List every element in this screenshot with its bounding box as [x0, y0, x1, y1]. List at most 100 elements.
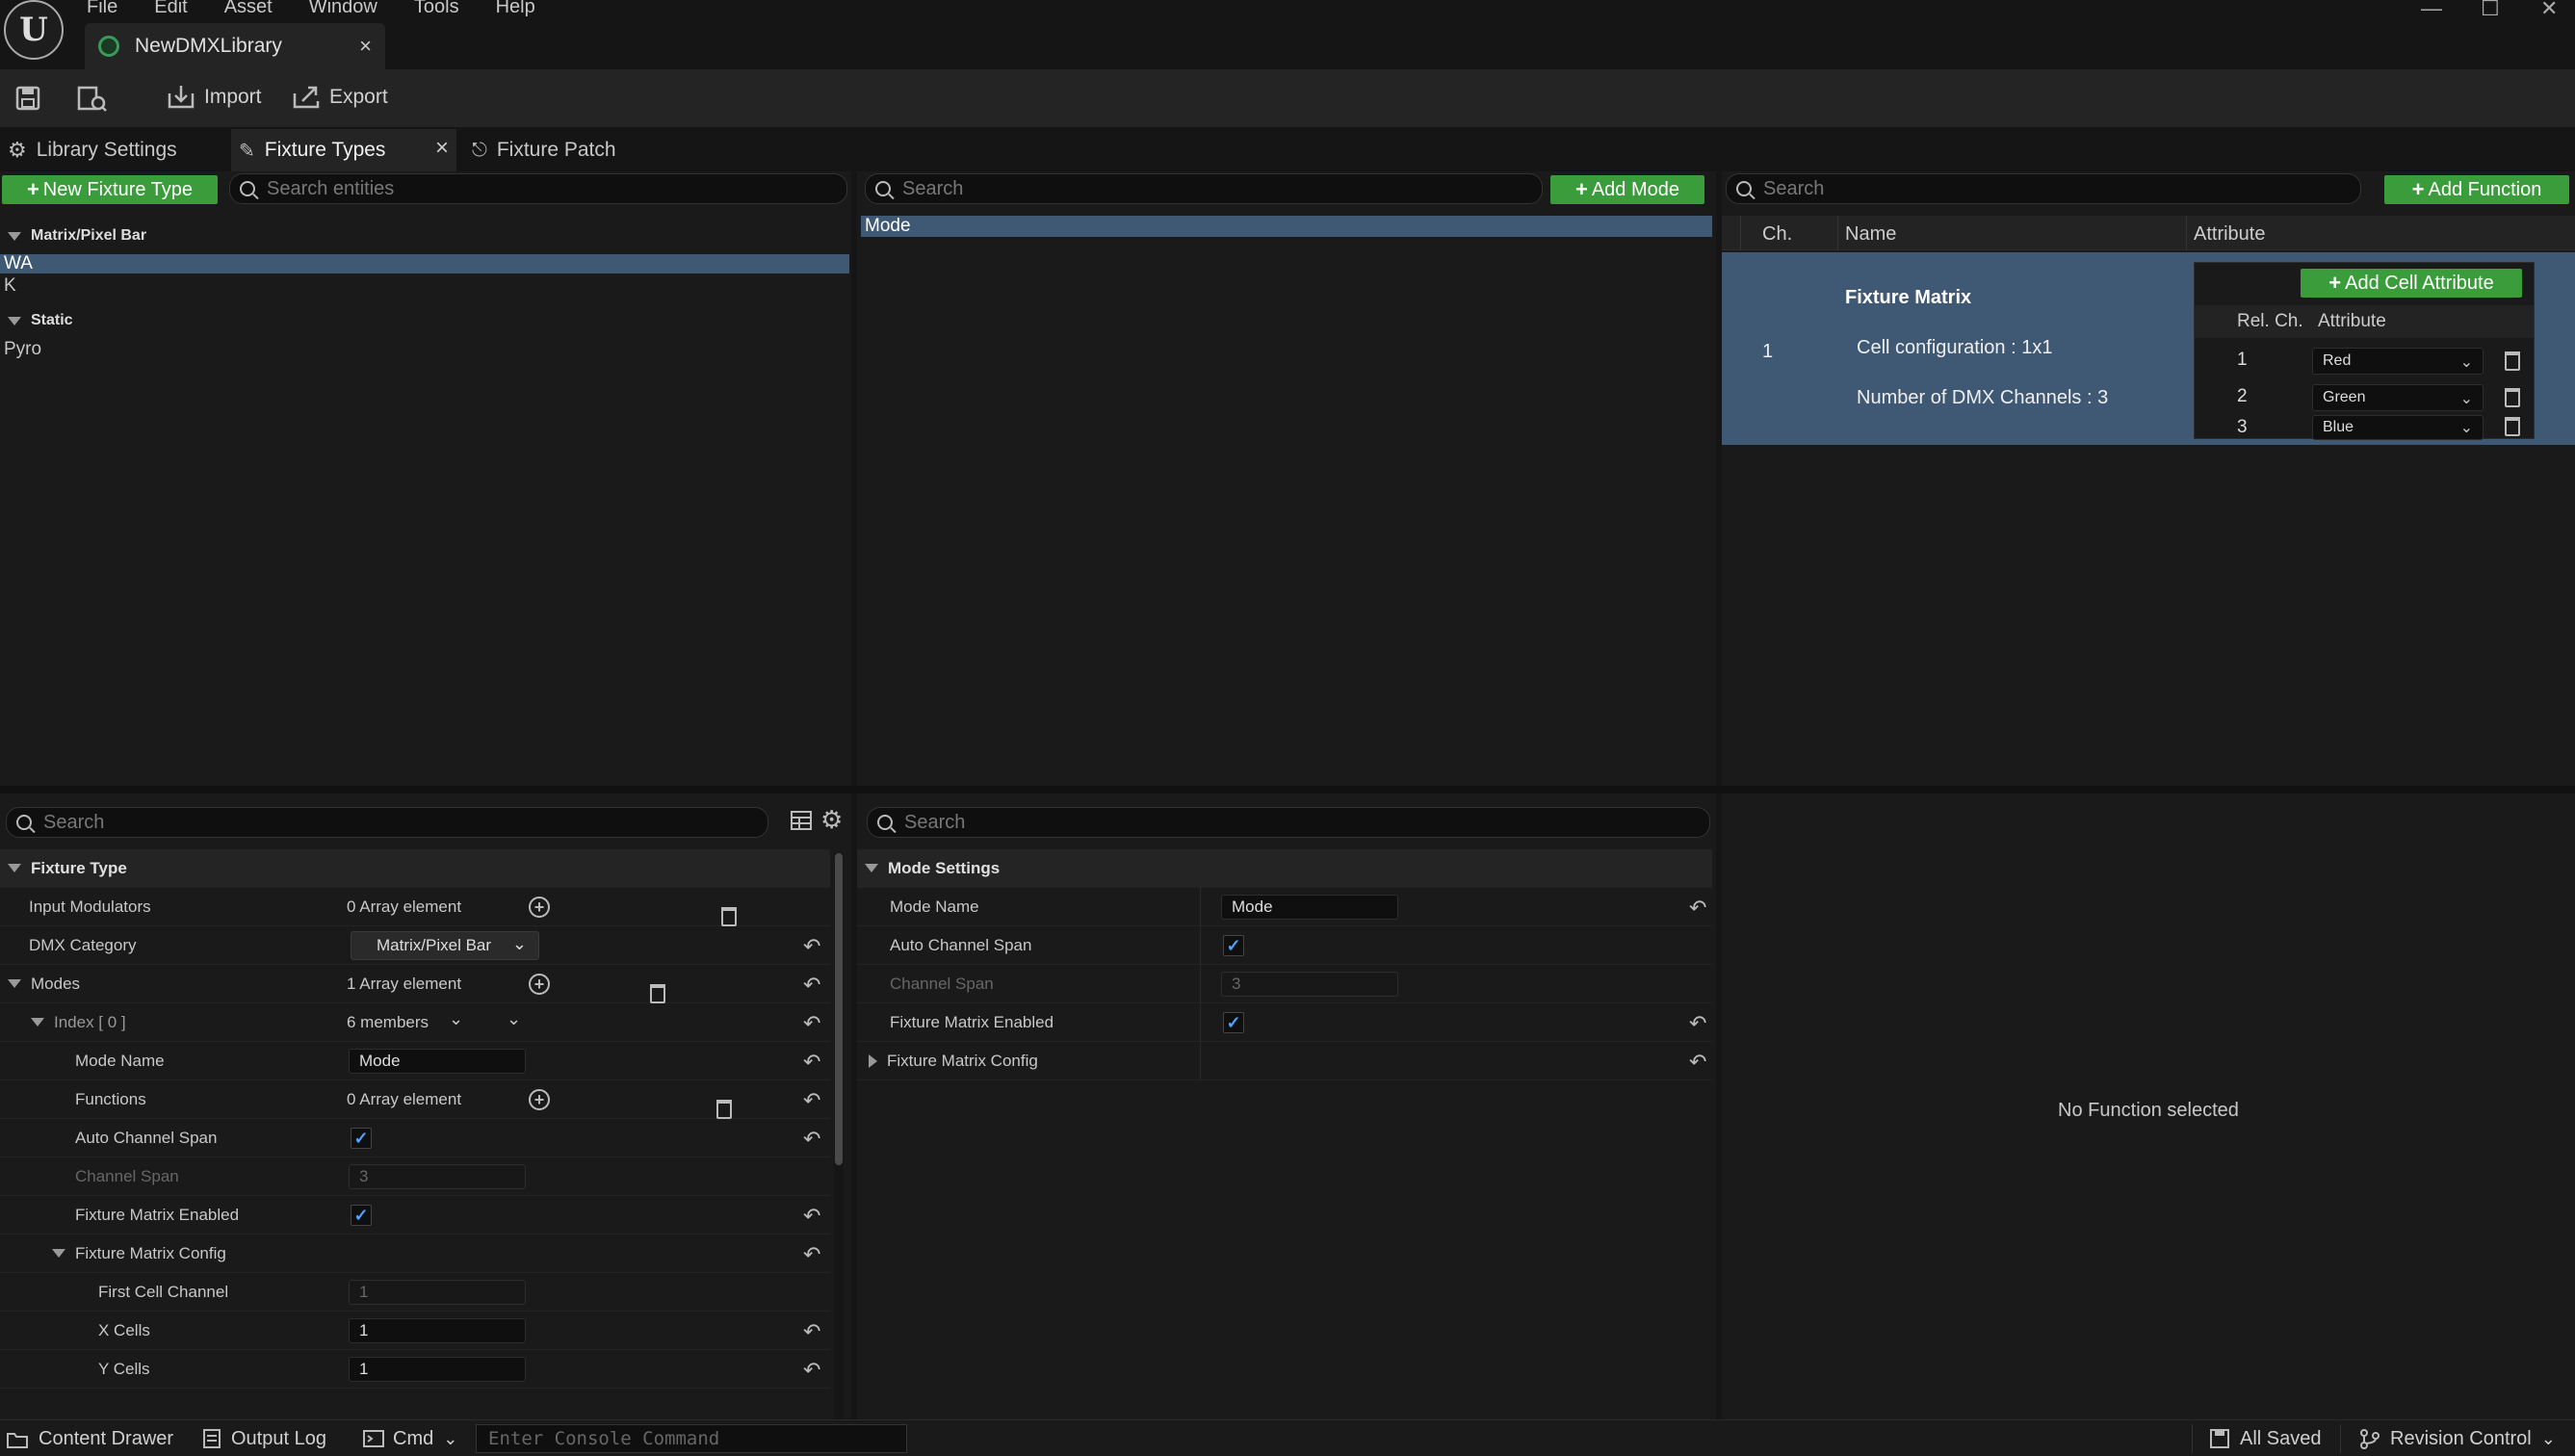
reset-icon[interactable]: ↶ [803, 1127, 820, 1152]
details-scrollbar[interactable] [834, 853, 844, 1419]
chevron-down-icon[interactable] [8, 979, 21, 988]
menu-help[interactable]: Help [496, 0, 535, 21]
console-input[interactable]: Enter Console Command [476, 1424, 907, 1453]
reset-icon[interactable]: ↶ [803, 1088, 820, 1113]
tab-fixture-types[interactable]: ✎ Fixture Types × [231, 129, 456, 171]
category-mode-settings[interactable]: Mode Settings [857, 849, 1712, 888]
menu-asset[interactable]: Asset [224, 0, 273, 21]
reset-icon[interactable]: ↶ [803, 934, 820, 959]
x-cells-input[interactable]: 1 [349, 1318, 526, 1343]
delete-icon[interactable] [2505, 417, 2520, 436]
browse-button[interactable] [77, 86, 108, 113]
reset-icon[interactable]: ↶ [1689, 896, 1706, 921]
y-cells-input[interactable]: 1 [349, 1357, 526, 1382]
cmd-dropdown[interactable]: Cmd ⌄ [362, 1420, 457, 1456]
chevron-down-icon: ⌄ [2459, 420, 2473, 436]
details-search-input[interactable]: Search [6, 807, 768, 838]
add-mode-button[interactable]: + Add Mode [1550, 175, 1704, 204]
row-auto-channel-span: Auto Channel Span ✓ ↶ [0, 1119, 830, 1157]
delete-icon[interactable] [715, 1099, 732, 1119]
menu-window[interactable]: Window [309, 0, 377, 21]
close-tab-icon[interactable]: × [359, 34, 372, 59]
revision-control-button[interactable]: Revision Control ⌄ [2359, 1420, 2556, 1456]
category-label: Fixture Type [31, 858, 127, 877]
close-window-button[interactable]: ✕ [2540, 0, 2558, 21]
dmx-category-dropdown[interactable]: Matrix/Pixel Bar ⌄ [351, 931, 539, 960]
mode-search-input[interactable]: Search [865, 173, 1543, 204]
cell-attribute-table: + Add Cell Attribute Rel. Ch. Attribute 1… [2194, 262, 2535, 440]
all-saved-button[interactable]: All Saved [2209, 1420, 2322, 1456]
settings-gear-icon[interactable]: ⚙ [820, 805, 843, 835]
reset-icon[interactable]: ↶ [1689, 1050, 1706, 1075]
import-button[interactable]: Import [166, 84, 262, 111]
table-view-icon[interactable] [790, 810, 813, 831]
function-search-input[interactable]: Search [1726, 173, 2361, 204]
reset-icon[interactable]: ↶ [803, 1242, 820, 1267]
chevron-down-icon[interactable] [31, 1018, 44, 1027]
chevron-right-icon[interactable] [869, 1053, 877, 1068]
minimize-button[interactable]: — [2421, 0, 2442, 21]
chevron-down-icon[interactable]: ⌄ [507, 1009, 521, 1029]
fixture-matrix-row[interactable]: 1 Fixture Matrix Cell configuration : 1x… [1722, 252, 2575, 445]
reset-icon[interactable]: ↶ [803, 1050, 820, 1075]
delete-icon[interactable] [2505, 388, 2520, 407]
export-button[interactable]: Export [291, 84, 388, 111]
menu-file[interactable]: File [87, 0, 117, 21]
reset-icon[interactable]: ↶ [803, 1319, 820, 1344]
status-bar: Content Drawer Output Log Cmd ⌄ Enter Co… [0, 1419, 2575, 1456]
add-function-button[interactable]: + Add Function [2384, 175, 2569, 204]
reset-icon[interactable]: ↶ [803, 1011, 820, 1036]
add-element-icon[interactable]: + [529, 897, 550, 918]
tab-fixture-types-label: Fixture Types [264, 139, 386, 161]
add-element-icon[interactable]: + [529, 1089, 550, 1110]
chevron-down-icon[interactable]: ⌄ [449, 1009, 463, 1029]
document-tab[interactable]: NewDMXLibrary × [85, 23, 385, 69]
mode-item-selected[interactable]: Mode [861, 216, 1712, 237]
new-fixture-type-label: New Fixture Type [42, 178, 194, 200]
scrollbar-thumb[interactable] [835, 853, 843, 1165]
fixture-item[interactable]: K [4, 275, 16, 297]
mode-name-input[interactable]: Mode [349, 1049, 526, 1074]
fixture-item-selected[interactable]: WA [0, 254, 849, 273]
content-drawer-button[interactable]: Content Drawer [6, 1420, 173, 1456]
fixture-matrix-enabled-checkbox[interactable]: ✓ [1223, 1012, 1244, 1033]
mode-details-search-input[interactable]: Search [867, 807, 1710, 838]
tab-fixture-patch[interactable]: ⎋ Fixture Patch [464, 129, 657, 171]
cell-table-header: Rel. Ch. Attribute [2195, 305, 2534, 338]
new-fixture-type-button[interactable]: + New Fixture Type [2, 175, 218, 204]
category-header[interactable]: Matrix/Pixel Bar [0, 223, 851, 248]
column-attribute[interactable]: Attribute [2194, 223, 2265, 246]
delete-icon[interactable] [720, 906, 737, 926]
reset-icon[interactable]: ↶ [803, 1358, 820, 1383]
fixture-matrix-enabled-checkbox[interactable]: ✓ [351, 1205, 372, 1226]
save-button[interactable] [15, 86, 40, 111]
menu-edit[interactable]: Edit [154, 0, 187, 21]
unreal-logo-icon[interactable]: U [4, 0, 64, 60]
attribute-dropdown[interactable]: Blue ⌄ [2312, 415, 2484, 440]
tab-library-settings[interactable]: ⚙ Library Settings [0, 129, 227, 171]
output-log-button[interactable]: Output Log [202, 1420, 326, 1456]
add-element-icon[interactable]: + [529, 974, 550, 995]
auto-channel-span-checkbox[interactable]: ✓ [351, 1128, 372, 1149]
column-name[interactable]: Name [1845, 223, 1896, 246]
reset-icon[interactable]: ↶ [803, 973, 820, 998]
close-tab-icon[interactable]: × [435, 135, 449, 162]
delete-icon[interactable] [650, 983, 666, 1003]
reset-icon[interactable]: ↶ [1689, 1011, 1706, 1036]
delete-icon[interactable] [2505, 351, 2520, 371]
add-cell-attribute-button[interactable]: + Add Cell Attribute [2301, 269, 2522, 298]
reset-icon[interactable]: ↶ [803, 1204, 820, 1229]
splitter[interactable] [0, 786, 2575, 793]
category-fixture-type[interactable]: Fixture Type [0, 849, 830, 888]
category-header[interactable]: Static [0, 308, 851, 333]
menu-tools[interactable]: Tools [414, 0, 459, 21]
fixture-search-input[interactable]: Search entities [229, 173, 847, 204]
mode-name-input[interactable]: Mode [1221, 895, 1398, 920]
auto-channel-span-checkbox[interactable]: ✓ [1223, 935, 1244, 956]
fixture-item[interactable]: Pyro [4, 339, 41, 360]
column-ch[interactable]: Ch. [1762, 223, 1792, 246]
attribute-dropdown[interactable]: Green ⌄ [2312, 384, 2484, 411]
maximize-button[interactable]: ☐ [2481, 0, 2500, 21]
attribute-dropdown[interactable]: Red ⌄ [2312, 348, 2484, 375]
chevron-down-icon[interactable] [52, 1249, 65, 1258]
